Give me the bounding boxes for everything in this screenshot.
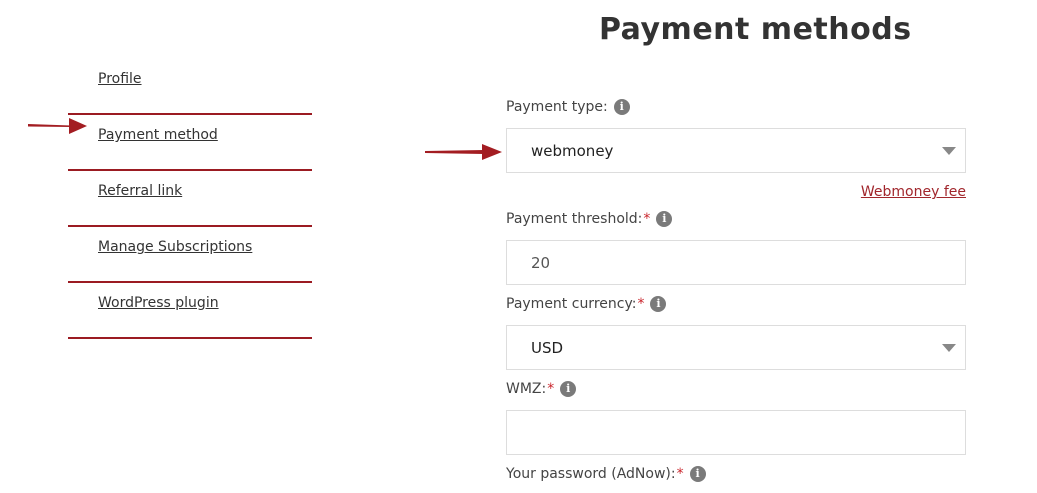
payment-threshold-label-text: Payment threshold: [506,211,643,227]
payment-currency-label: Payment currency: * i [506,296,667,312]
wmz-label-text: WMZ: [506,381,547,397]
sidebar-item-payment-method: Payment method [68,115,312,171]
sidebar-item-referral-link: Referral link [68,171,312,227]
payment-currency-value: USD [531,338,564,357]
wmz-input[interactable] [506,410,966,455]
payment-type-value: webmoney [531,141,614,160]
sidebar-link-manage-subscriptions[interactable]: Manage Subscriptions [98,239,252,255]
payment-type-select[interactable]: webmoney [506,128,966,173]
payment-type-label: Payment type: i [506,99,630,115]
payment-threshold-input[interactable]: 20 [506,240,966,285]
payment-threshold-value: 20 [531,253,551,272]
payment-threshold-label: Payment threshold: * i [506,211,673,227]
payment-currency-select[interactable]: USD [506,325,966,370]
info-icon[interactable]: i [613,99,630,115]
sidebar-item-wordpress-plugin: WordPress plugin [68,283,312,339]
info-icon[interactable]: i [650,296,667,312]
password-label: Your password (AdNow): * i [506,466,706,482]
payment-currency-label-text: Payment currency: [506,296,637,312]
sidebar-item-manage-subscriptions: Manage Subscriptions [68,227,312,283]
wmz-label: WMZ: * i [506,381,577,397]
sidebar-nav: Profile Payment method Referral link Man… [68,59,312,339]
info-icon[interactable]: i [689,466,706,482]
info-icon[interactable]: i [656,211,673,227]
sidebar-link-payment-method[interactable]: Payment method [98,127,218,143]
required-marker: * [547,381,555,397]
sidebar-link-wordpress-plugin[interactable]: WordPress plugin [98,295,219,311]
required-marker: * [643,211,651,227]
annotation-arrow-sidebar-icon [28,118,87,134]
password-label-text: Your password (AdNow): [506,466,676,482]
chevron-down-icon [942,147,956,155]
required-marker: * [676,466,684,482]
payment-type-label-text: Payment type: [506,99,608,115]
sidebar-link-referral-link[interactable]: Referral link [98,183,182,199]
info-icon[interactable]: i [560,381,577,397]
annotation-arrow-payment-type-icon [425,144,502,160]
payment-methods-page: Profile Payment method Referral link Man… [0,0,1037,493]
sidebar-item-profile: Profile [68,59,312,115]
page-title: Payment methods [599,12,912,47]
sidebar-link-profile[interactable]: Profile [98,71,142,87]
required-marker: * [637,296,645,312]
chevron-down-icon [942,344,956,352]
webmoney-fee-link[interactable]: Webmoney fee [861,184,966,200]
